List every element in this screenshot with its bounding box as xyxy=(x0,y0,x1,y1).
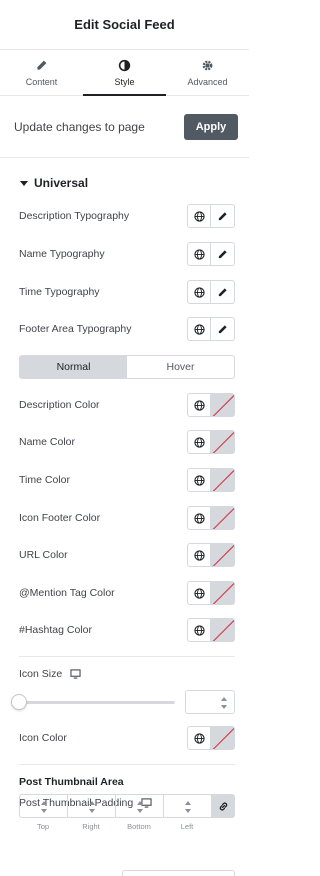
color-swatch[interactable] xyxy=(211,618,235,642)
padding-right-input[interactable] xyxy=(67,794,115,818)
color-swatch[interactable] xyxy=(211,726,235,750)
hashtag-color-row: #Hashtag Color xyxy=(19,618,235,642)
control-label: @Mention Tag Color xyxy=(19,587,115,599)
tab-normal[interactable]: Normal xyxy=(20,356,127,378)
divider xyxy=(19,764,235,765)
apply-button[interactable]: Apply xyxy=(184,113,238,140)
spinner-icon[interactable] xyxy=(184,801,192,813)
caret-down-icon xyxy=(20,180,28,186)
padding-top-label: Top xyxy=(36,822,50,831)
control-label: Description Typography xyxy=(19,210,130,222)
globe-icon[interactable] xyxy=(187,393,211,417)
time-typography-row: Time Typography xyxy=(19,280,235,304)
globe-icon[interactable] xyxy=(187,468,211,492)
control-label: Icon Footer Color xyxy=(19,512,101,524)
tab-advanced[interactable]: Advanced xyxy=(166,50,249,95)
control-label: Name Typography xyxy=(19,248,105,260)
padding-bottom-input[interactable] xyxy=(115,794,163,818)
padding-left-input[interactable] xyxy=(163,794,211,818)
update-bar: Update changes to page Apply xyxy=(0,96,249,158)
globe-icon[interactable] xyxy=(187,581,211,605)
control-label: Footer Area Typography xyxy=(19,323,132,335)
tab-content[interactable]: Content xyxy=(0,50,83,95)
padding-dimensions xyxy=(19,794,235,818)
name-typography-row: Name Typography xyxy=(19,242,235,266)
globe-icon[interactable] xyxy=(187,726,211,750)
padding-bottom-label: Bottom xyxy=(127,822,151,831)
control-label: Icon Size xyxy=(19,668,63,680)
control-label: Name Color xyxy=(19,436,76,448)
control-label: URL Color xyxy=(19,549,68,561)
globe-icon[interactable] xyxy=(187,242,211,266)
spinner-icon[interactable] xyxy=(40,801,48,813)
tab-bar: Content Style Advanced xyxy=(0,50,249,96)
mention-tag-color-row: @Mention Tag Color xyxy=(19,581,235,605)
tab-style[interactable]: Style xyxy=(83,50,166,96)
name-color-row: Name Color xyxy=(19,430,235,454)
control-label: Icon Color xyxy=(19,732,67,744)
tab-advanced-label: Advanced xyxy=(187,76,228,87)
icon-size-row: Icon Size xyxy=(19,662,235,686)
color-swatch[interactable] xyxy=(211,581,235,605)
globe-icon[interactable] xyxy=(187,430,211,454)
control-label: Time Color xyxy=(19,474,70,486)
desktop-icon[interactable] xyxy=(70,669,81,679)
padding-right-label: Right xyxy=(82,822,100,831)
color-swatch[interactable] xyxy=(211,430,235,454)
section-title: Universal xyxy=(34,176,89,190)
globe-icon[interactable] xyxy=(187,317,211,341)
divider xyxy=(19,656,235,657)
globe-icon[interactable] xyxy=(187,204,211,228)
description-color-row: Description Color xyxy=(19,393,235,417)
globe-icon[interactable] xyxy=(187,618,211,642)
color-swatch[interactable] xyxy=(211,393,235,417)
padding-top-input[interactable] xyxy=(19,794,67,818)
tab-content-label: Content xyxy=(25,76,58,87)
control-label: Description Color xyxy=(19,399,100,411)
icon-color-row: Icon Color xyxy=(19,726,235,750)
control-label: Time Typography xyxy=(19,286,100,298)
color-swatch[interactable] xyxy=(211,506,235,530)
spinner-icon[interactable] xyxy=(220,697,228,709)
url-color-row: URL Color xyxy=(19,543,235,567)
color-swatch[interactable] xyxy=(211,468,235,492)
icon-size-slider-track[interactable] xyxy=(20,701,175,704)
pencil-icon xyxy=(37,60,47,70)
gear-icon xyxy=(202,60,213,70)
state-toggle: Normal Hover xyxy=(19,355,235,379)
tab-hover[interactable]: Hover xyxy=(127,356,234,378)
thumbnail-section-row: Post Thumbnail Area xyxy=(19,770,235,794)
link-icon[interactable] xyxy=(211,794,235,818)
spinner-icon[interactable] xyxy=(136,801,144,813)
padding-left-label: Left xyxy=(180,822,194,831)
globe-icon[interactable] xyxy=(187,543,211,567)
pencil-icon[interactable] xyxy=(211,204,235,228)
contrast-icon xyxy=(118,59,131,71)
pencil-icon[interactable] xyxy=(211,242,235,266)
footer-area-typography-row: Footer Area Typography xyxy=(19,317,235,341)
description-typography-row: Description Typography xyxy=(19,204,235,228)
pencil-icon[interactable] xyxy=(211,317,235,341)
panel-header: Edit Social Feed xyxy=(0,0,249,50)
thumbnail-section-title: Post Thumbnail Area xyxy=(19,776,124,788)
time-color-row: Time Color xyxy=(19,468,235,492)
spinner-icon[interactable] xyxy=(88,801,96,813)
panel-title: Edit Social Feed xyxy=(74,17,175,32)
icon-size-input[interactable] xyxy=(185,690,235,714)
padding-labels: Top Right Bottom Left xyxy=(19,822,211,831)
globe-icon[interactable] xyxy=(187,280,211,304)
next-control-box[interactable] xyxy=(122,870,235,876)
icon-footer-color-row: Icon Footer Color xyxy=(19,506,235,530)
update-text: Update changes to page xyxy=(14,119,145,134)
tab-style-label: Style xyxy=(114,76,135,87)
control-label: #Hashtag Color xyxy=(19,624,92,636)
color-swatch[interactable] xyxy=(211,543,235,567)
pencil-icon[interactable] xyxy=(211,280,235,304)
globe-icon[interactable] xyxy=(187,506,211,530)
section-universal-header[interactable]: Universal xyxy=(0,158,249,208)
icon-size-slider-handle[interactable] xyxy=(11,694,27,710)
